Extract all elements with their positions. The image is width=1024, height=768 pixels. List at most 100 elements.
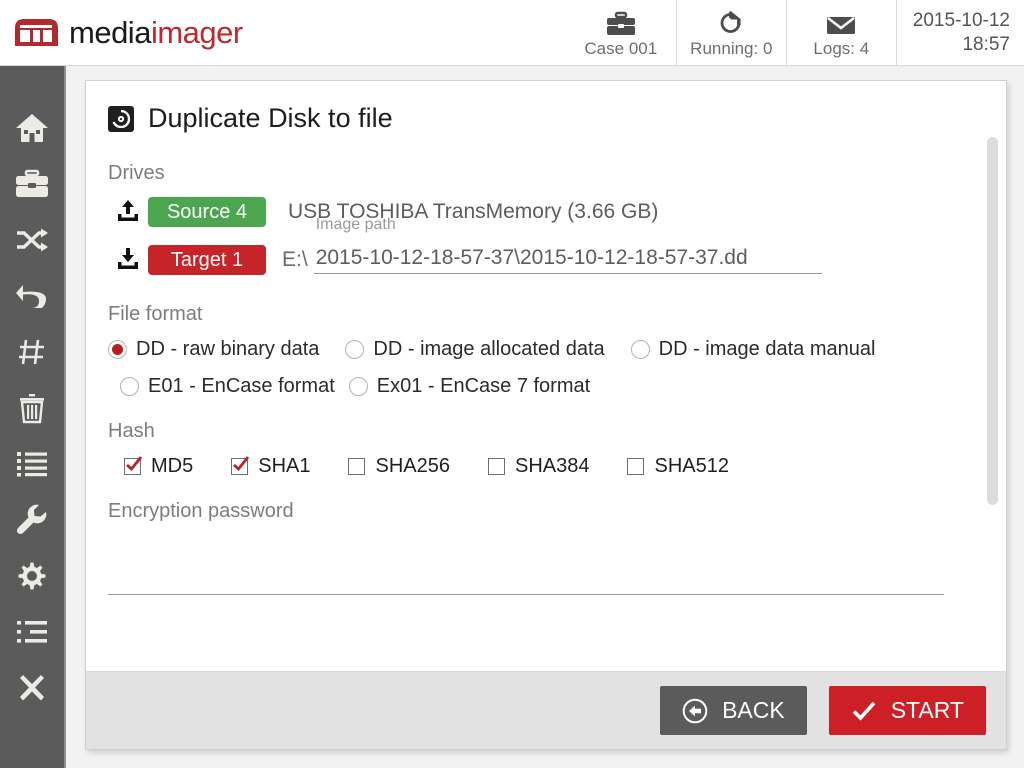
radio-dd-image-data-manual[interactable]: DD - image data manual <box>630 338 876 361</box>
download-icon <box>108 247 148 273</box>
checkbox-indicator <box>231 456 250 475</box>
list-icon <box>16 451 48 477</box>
duplicate-disk-dialog: Duplicate Disk to file Drives Source 4 U… <box>85 80 1007 750</box>
sidebar-item-hash[interactable] <box>0 324 65 380</box>
upload-icon <box>108 199 148 225</box>
sidebar-item-exit[interactable] <box>0 660 65 716</box>
image-path-input[interactable] <box>313 246 822 274</box>
encryption-password-label: Encryption password <box>108 500 294 522</box>
encryption-password-input[interactable] <box>108 567 944 595</box>
checkbox-label: SHA384 <box>514 455 590 477</box>
dialog-scrollbar-thumb[interactable] <box>987 137 998 505</box>
checkbox-indicator <box>487 458 505 475</box>
start-button[interactable]: START <box>828 686 986 735</box>
radio-indicator <box>345 340 365 359</box>
checkbox-label: MD5 <box>151 455 194 477</box>
header-clock: 2015-10-12 18:57 <box>895 0 1024 66</box>
header-status-group: Case 001 Running: 0 Logs: 4 2015-10-12 1… <box>566 0 1024 66</box>
header-logs-status[interactable]: Logs: 4 <box>785 0 896 66</box>
sidebar-item-logs[interactable] <box>0 436 65 492</box>
drives-section-label: Drives <box>108 162 165 184</box>
sidebar-item-duplicate[interactable] <box>0 212 65 268</box>
checkbox-indicator <box>348 458 366 475</box>
radio-indicator <box>348 377 368 396</box>
radio-label: DD - image data manual <box>658 338 876 360</box>
undo-icon <box>15 281 49 311</box>
checkbox-sha1[interactable]: SHA1 <box>231 455 310 478</box>
radio-indicator <box>108 340 127 359</box>
close-x-icon <box>16 672 48 704</box>
brand-name-part2: imager <box>150 14 243 50</box>
sidebar-item-home[interactable] <box>0 100 65 156</box>
image-path-hint: Image path <box>315 216 396 233</box>
hash-icon <box>17 337 47 367</box>
brand-name: mediaimager <box>69 15 243 51</box>
disk-icon <box>108 105 134 132</box>
sidebar-item-preferences[interactable] <box>0 604 65 660</box>
radio-e01-encase-format[interactable]: E01 - EnCase format <box>120 375 335 398</box>
radio-label: DD - image allocated data <box>373 338 605 360</box>
radio-ex01-encase7-format[interactable]: Ex01 - EnCase 7 format <box>348 375 590 398</box>
app-header: mediaimager Case 001 Running: 0 Logs: 4 … <box>0 0 1024 66</box>
source-badge[interactable]: Source 4 <box>148 197 266 227</box>
briefcase-icon <box>606 7 636 37</box>
sidebar-item-settings[interactable] <box>0 548 65 604</box>
drive-letter-label: E:\ <box>282 248 308 271</box>
back-button[interactable]: BACK <box>660 686 807 735</box>
checkbox-label: SHA256 <box>375 455 450 477</box>
header-running-status[interactable]: Running: 0 <box>675 0 786 66</box>
radio-indicator <box>120 377 139 396</box>
checkbox-indicator <box>627 458 645 475</box>
envelope-icon <box>826 7 856 37</box>
checkbox-md5[interactable]: MD5 <box>124 455 193 478</box>
image-path-field: Image path <box>313 216 822 274</box>
shuffle-icon <box>15 227 49 253</box>
sidebar-item-case[interactable] <box>0 156 65 212</box>
header-time: 18:57 <box>962 33 1010 55</box>
file-format-row-1: DD - raw binary data DD - image allocate… <box>108 338 980 361</box>
sidebar-item-tools[interactable] <box>0 492 65 548</box>
checkbox-sha512[interactable]: SHA512 <box>627 455 729 478</box>
application-window: mediaimager Case 001 Running: 0 Logs: 4 … <box>0 0 1024 768</box>
sidebar-navigation <box>0 66 66 768</box>
gear-icon <box>16 560 48 592</box>
radio-label: DD - raw binary data <box>136 338 320 360</box>
radio-dd-raw-binary-data[interactable]: DD - raw binary data <box>108 338 319 361</box>
image-path-group: E:\ Image path <box>282 216 822 274</box>
sidebar-item-wipe[interactable] <box>0 380 65 436</box>
file-format-section-label: File format <box>108 303 203 325</box>
checkbox-label: SHA512 <box>654 455 729 477</box>
home-icon <box>15 112 49 144</box>
radio-dd-image-allocated-data[interactable]: DD - image allocated data <box>345 338 605 361</box>
brand-logo[interactable]: mediaimager <box>0 15 243 51</box>
hash-options: MD5 SHA1 SHA256 SHA384 SHA512 <box>108 455 980 478</box>
arrow-left-circle-icon <box>682 698 708 724</box>
sliders-icon <box>16 620 48 644</box>
header-logs-label: Logs: 4 <box>813 38 870 58</box>
trash-icon <box>18 392 46 424</box>
running-refresh-icon <box>717 7 745 37</box>
wrench-icon <box>16 504 48 536</box>
hash-section-label: Hash <box>108 420 155 442</box>
page-title: Duplicate Disk to file <box>148 103 393 133</box>
header-running-label: Running: 0 <box>690 38 773 58</box>
radio-indicator <box>630 340 650 359</box>
sidebar-item-restore[interactable] <box>0 268 65 324</box>
briefcase-icon <box>15 169 49 199</box>
mediaimager-logo-icon <box>13 17 60 48</box>
dialog-scrollbar[interactable] <box>987 131 998 671</box>
source-drive-row: Source 4 USB TOSHIBA TransMemory (3.66 G… <box>108 197 980 227</box>
target-drive-row: Target 1 E:\ Image path <box>108 216 980 275</box>
file-format-row-2: E01 - EnCase format Ex01 - EnCase 7 form… <box>108 375 980 398</box>
target-badge[interactable]: Target 1 <box>148 245 266 275</box>
dialog-title-bar: Duplicate Disk to file <box>108 103 980 134</box>
dialog-footer: BACK START <box>86 671 1006 749</box>
check-icon <box>124 454 144 474</box>
checkbox-sha384[interactable]: SHA384 <box>487 455 590 478</box>
checkbox-indicator <box>124 456 143 475</box>
checkbox-sha256[interactable]: SHA256 <box>348 455 450 478</box>
main-content-area: Duplicate Disk to file Drives Source 4 U… <box>66 66 1024 768</box>
header-case-status[interactable]: Case 001 <box>566 0 676 66</box>
check-icon <box>231 454 251 474</box>
header-case-label: Case 001 <box>584 38 658 58</box>
